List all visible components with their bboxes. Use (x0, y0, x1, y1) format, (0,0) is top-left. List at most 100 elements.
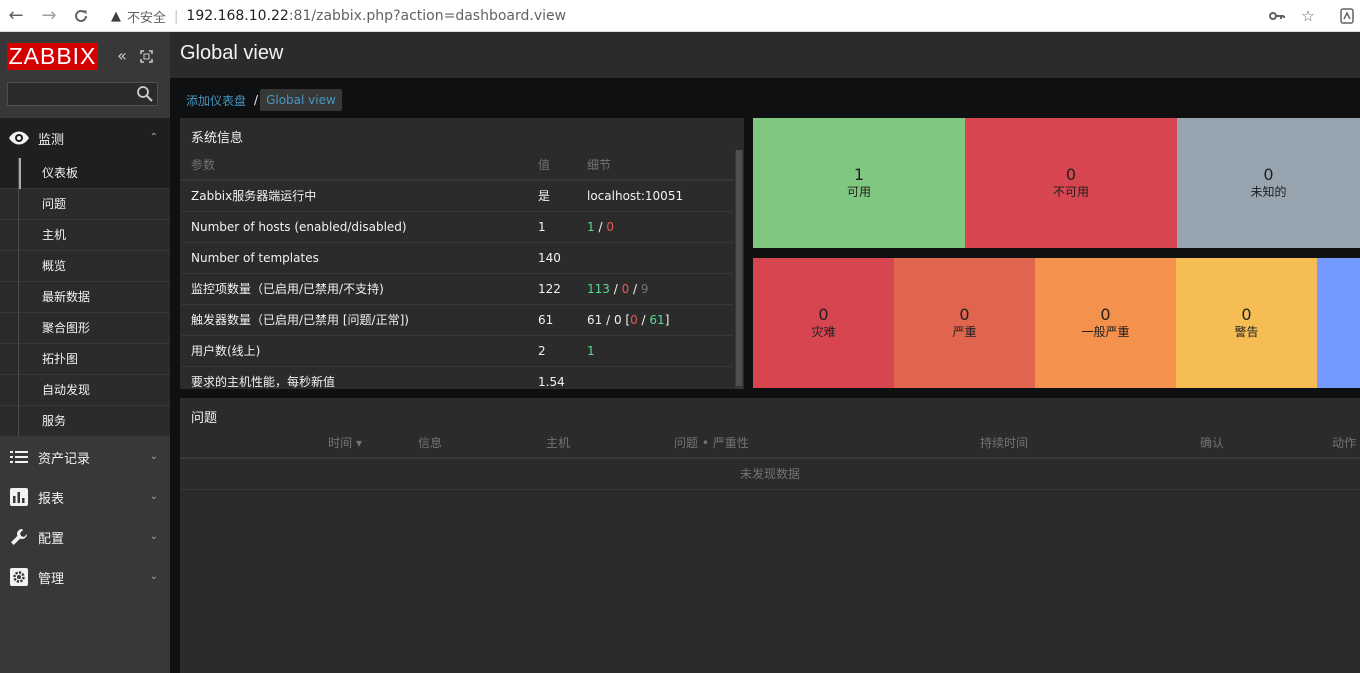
monitoring-submenu: 仪表板 问题 主机 概览 最新数据 聚合图形 拓扑图 自动发现 服务 (0, 158, 170, 437)
chevron-down-icon: ⌄ (149, 531, 158, 542)
sidebar: ZABBIX « 监测 ⌃ 仪表板 问题 主机 概览 最新数据 聚合图形 拓扑图… (0, 32, 170, 673)
value-cell: 是 (528, 180, 577, 212)
tile-label: 未知的 (1250, 185, 1287, 199)
table-row: 监控项数量（已启用/已禁用/不支持) 122 113 / 0 / 9 (181, 273, 733, 305)
submenu-dashboard[interactable]: 仪表板 (0, 158, 170, 189)
submenu-discovery[interactable]: 自动发现 (0, 375, 170, 406)
scrollbar-thumb[interactable] (736, 150, 742, 386)
detail-cell: 61 / 0 [0 / 61] (577, 304, 733, 336)
submenu-services[interactable]: 服务 (0, 406, 170, 437)
column-header-time[interactable]: 时间 ▾ (180, 428, 418, 459)
tile-average[interactable]: 0 一般严重 (1035, 258, 1176, 388)
url-text: 192.168.10.22:81/zabbix.php?action=dashb… (186, 8, 566, 24)
breadcrumb-current[interactable]: Global view (260, 89, 342, 111)
address-bar[interactable]: ▲ 不安全 | 192.168.10.22:81/zabbix.php?acti… (111, 5, 566, 27)
key-icon[interactable] (1266, 4, 1288, 28)
url-host: 192.168.10.22 (186, 8, 289, 24)
tile-high[interactable]: 0 严重 (894, 258, 1035, 388)
table-row: Zabbix服务器端运行中 是 localhost:10051 (181, 180, 733, 212)
no-data-message: 未发现数据 (180, 458, 1360, 490)
value-cell: 2 (528, 335, 577, 367)
address-divider: | (174, 8, 179, 24)
detail-cell: 1 (577, 335, 733, 367)
detail-cell (577, 366, 733, 389)
submenu-screens[interactable]: 聚合图形 (0, 313, 170, 344)
detail-disabled: 0 (613, 312, 622, 327)
table-row: 要求的主机性能，每秒新值 1.54 (181, 366, 733, 389)
menu-administration-label: 管理 (38, 571, 65, 587)
main-menu: 监测 ⌃ 仪表板 问题 主机 概览 最新数据 聚合图形 拓扑图 自动发现 服务 … (0, 118, 170, 597)
tile-unknown[interactable]: 0 未知的 (1177, 118, 1360, 248)
zabbix-logo[interactable]: ZABBIX (7, 43, 98, 70)
menu-reports-label: 报表 (38, 491, 65, 507)
extension-icon[interactable] (1336, 4, 1358, 28)
value-cell: 140 (528, 242, 577, 274)
submenu-overview[interactable]: 概览 (0, 251, 170, 282)
menu-inventory-label: 资产记录 (38, 451, 91, 467)
search-icon[interactable] (134, 83, 156, 105)
submenu-problems[interactable]: 问题 (0, 189, 170, 220)
detail-ok: 61 (649, 312, 665, 327)
chevron-down-icon: ⌄ (149, 451, 158, 462)
column-header-problem-severity: 问题 • 严重性 (674, 428, 980, 459)
system-info-widget: 系统信息 参数 值 细节 Zabbix服务器端运行中 是 localhost:1… (180, 118, 744, 389)
security-label: 不安全 (127, 10, 167, 26)
tile-label: 可用 (846, 185, 871, 199)
submenu-maps[interactable]: 拓扑图 (0, 344, 170, 375)
value-cell: 1 (528, 211, 577, 243)
tile-count: 0 (818, 305, 829, 324)
menu-monitoring-label: 监测 (38, 132, 65, 148)
menu-monitoring[interactable]: 监测 ⌃ (0, 118, 170, 158)
tile-count: 1 (853, 165, 865, 184)
param-cell: 监控项数量（已启用/已禁用/不支持) (181, 273, 528, 305)
table-row: 用户数(线上) 2 1 (181, 335, 733, 367)
value-cell: 122 (528, 273, 577, 305)
menu-configuration[interactable]: 配置 ⌄ (0, 517, 170, 557)
main-content: Global view 添加仪表盘 / Global view 系统信息 参数 … (170, 32, 1360, 673)
problems-table: 时间 ▾ 信息 主机 问题 • 严重性 持续时间 确认 动作 未发现数据 (180, 428, 1360, 490)
wrench-icon (0, 528, 38, 546)
tile-count: 0 (959, 305, 970, 324)
widget-scrollbar[interactable] (735, 150, 743, 389)
menu-inventory[interactable]: 资产记录 ⌄ (0, 437, 170, 477)
chevron-down-icon: ⌄ (149, 491, 158, 502)
table-row: 触发器数量（已启用/已禁用 [问题/正常]) 61 61 / 0 [0 / 61… (181, 304, 733, 336)
menu-configuration-label: 配置 (38, 531, 65, 547)
param-cell: 要求的主机性能，每秒新值 (181, 366, 528, 389)
tile-disaster[interactable]: 0 灾难 (753, 258, 894, 388)
tile-count: 0 (1263, 165, 1274, 184)
page-header: Global view (170, 32, 1360, 78)
detail-disabled: 0 (621, 281, 630, 296)
forward-icon[interactable]: → (37, 4, 61, 28)
tile-count: 0 (1241, 305, 1252, 324)
tile-not-available[interactable]: 0 不可用 (965, 118, 1177, 248)
column-header-host: 主机 (546, 428, 674, 459)
tile-information[interactable] (1317, 258, 1360, 388)
param-cell: 用户数(线上) (181, 335, 528, 367)
submenu-hosts[interactable]: 主机 (0, 220, 170, 251)
star-icon[interactable]: ☆ (1297, 4, 1319, 28)
menu-administration[interactable]: 管理 ⌄ (0, 557, 170, 597)
collapse-sidebar-icon[interactable]: « (112, 45, 132, 67)
back-icon[interactable]: ← (4, 4, 28, 28)
submenu-latest-data[interactable]: 最新数据 (0, 282, 170, 313)
tile-label: 灾难 (811, 325, 836, 339)
tile-available[interactable]: 1 可用 (753, 118, 965, 248)
column-header-actions: 动作 (1332, 428, 1360, 459)
widget-title: 问题 (191, 411, 218, 426)
param-cell: Number of templates (181, 242, 528, 274)
column-header: 值 (528, 150, 577, 181)
column-header: 细节 (577, 150, 733, 181)
breadcrumb-separator: / (254, 93, 259, 107)
table-row: Number of templates 140 (181, 242, 733, 274)
table-row: Number of hosts (enabled/disabled) 1 1 /… (181, 211, 733, 243)
menu-reports[interactable]: 报表 ⌄ (0, 477, 170, 517)
tile-label: 警告 (1234, 325, 1259, 339)
tile-label: 严重 (952, 325, 977, 339)
tile-warning[interactable]: 0 警告 (1176, 258, 1317, 388)
list-icon (0, 450, 38, 464)
page-title: Global view (180, 42, 284, 64)
breadcrumb-parent-link[interactable]: 添加仪表盘 (180, 92, 252, 109)
kiosk-mode-icon[interactable] (136, 45, 156, 67)
reload-icon[interactable] (69, 4, 93, 28)
